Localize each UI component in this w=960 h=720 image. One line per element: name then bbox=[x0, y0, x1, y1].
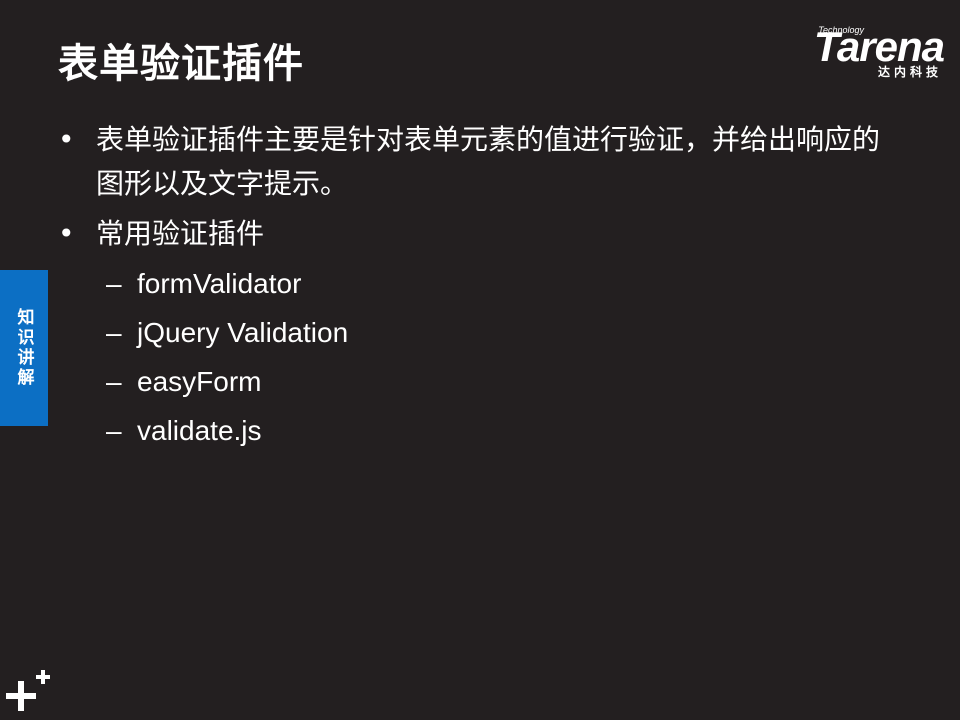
bullet-text: 常用验证插件 bbox=[96, 217, 265, 250]
dash-mark: – bbox=[106, 415, 122, 446]
bullet-text: 表单验证插件主要是针对表单元素的值进行验证，并给出响应的图形以及文字提示。 bbox=[96, 123, 881, 200]
sub-item: – validate.js bbox=[106, 409, 888, 453]
sub-item-text: formValidator bbox=[137, 268, 302, 299]
plus-plus-icon bbox=[6, 670, 50, 711]
tarena-logo: Technology Tarena 达内科技 bbox=[784, 22, 945, 86]
sub-item-text: validate.js bbox=[137, 415, 262, 446]
bullet-mark: • bbox=[58, 123, 75, 156]
dash-mark: – bbox=[106, 366, 122, 397]
side-tab-label: 知识讲解 bbox=[13, 308, 34, 388]
logo-chinese: 达内科技 bbox=[877, 65, 942, 79]
dash-mark: – bbox=[106, 268, 122, 299]
slide-title: 表单验证插件 bbox=[58, 41, 304, 87]
bullet-mark: • bbox=[58, 217, 75, 250]
sub-list: – formValidator – jQuery Validation – ea… bbox=[106, 262, 888, 453]
bullet-item: • 表单验证插件主要是针对表单元素的值进行验证，并给出响应的图形以及文字提示。 bbox=[58, 118, 888, 206]
bullet-item: • 常用验证插件 bbox=[58, 212, 888, 256]
sub-item-text: jQuery Validation bbox=[137, 317, 349, 348]
side-tab: 知识讲解 bbox=[0, 270, 48, 426]
sub-item: – formValidator bbox=[106, 262, 888, 306]
slide-content: • 表单验证插件主要是针对表单元素的值进行验证，并给出响应的图形以及文字提示。 … bbox=[58, 118, 888, 458]
dash-mark: – bbox=[106, 317, 122, 348]
sub-item-text: easyForm bbox=[137, 366, 262, 397]
sub-item: – jQuery Validation bbox=[106, 311, 888, 355]
sub-item: – easyForm bbox=[106, 360, 888, 404]
